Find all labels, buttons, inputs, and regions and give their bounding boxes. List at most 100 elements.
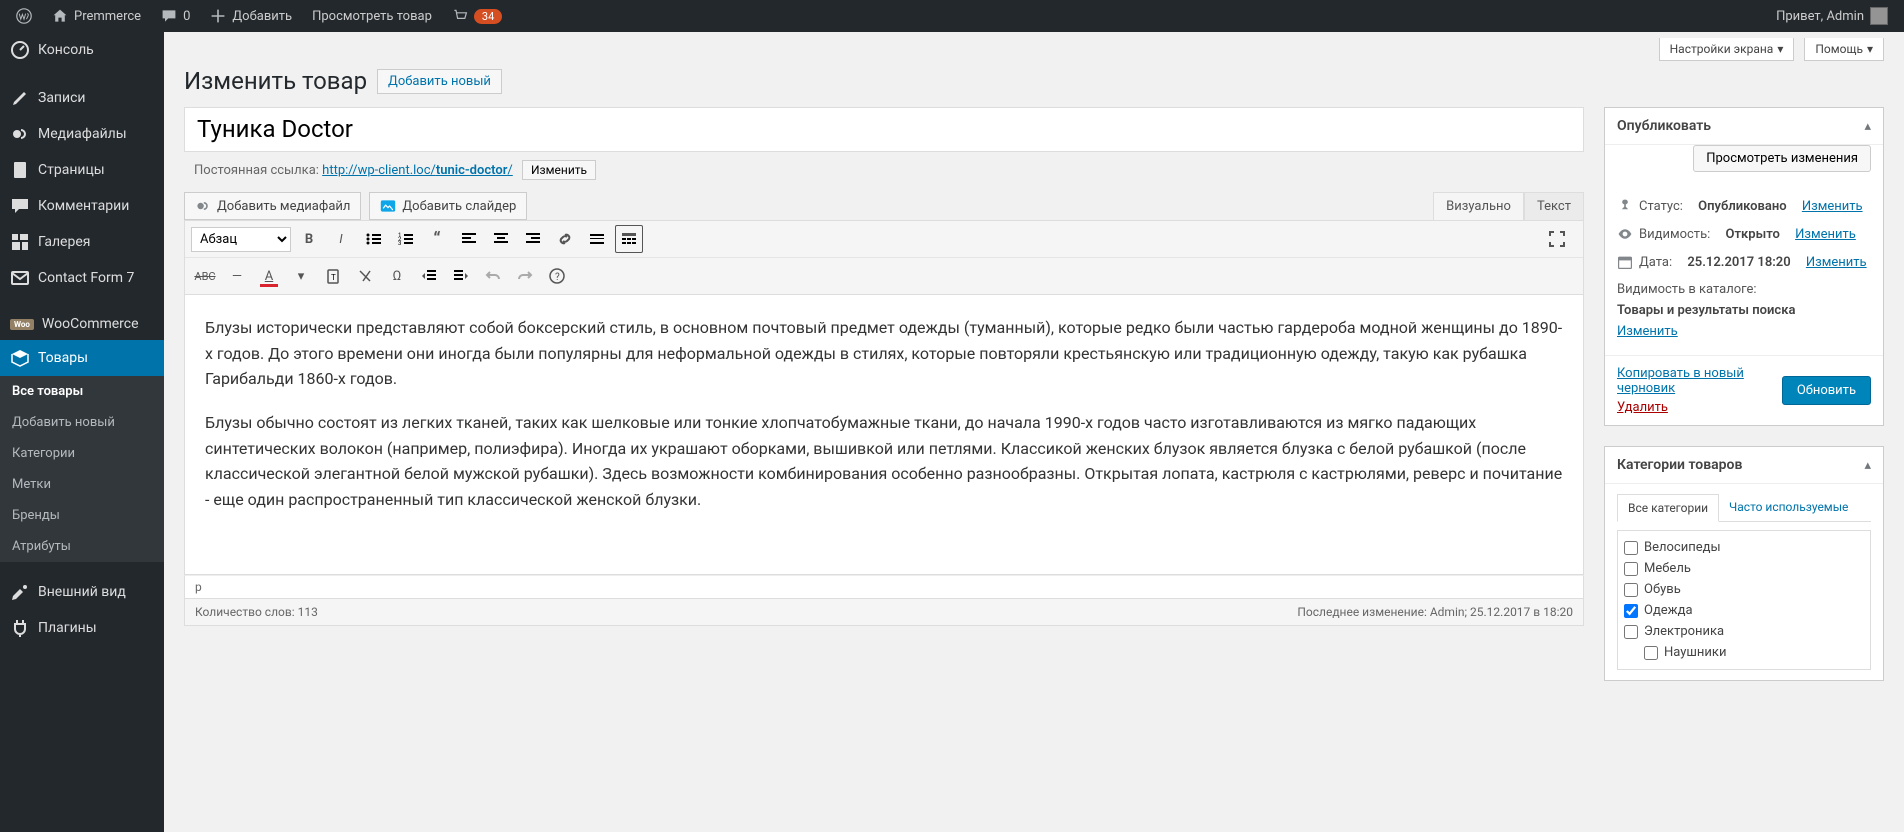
- submenu-categories[interactable]: Категории: [0, 438, 164, 469]
- trash-link[interactable]: Удалить: [1617, 400, 1668, 415]
- menu-woocommerce[interactable]: WooWooCommerce: [0, 308, 164, 340]
- category-item[interactable]: Мебель: [1624, 558, 1864, 579]
- text-tab[interactable]: Текст: [1524, 192, 1584, 220]
- visual-tab[interactable]: Визуально: [1433, 192, 1524, 220]
- category-checkbox[interactable]: [1624, 604, 1638, 618]
- preview-changes-button[interactable]: Просмотреть изменения: [1693, 145, 1871, 172]
- edit-date-link[interactable]: Изменить: [1806, 255, 1867, 270]
- format-select[interactable]: Абзац: [191, 227, 291, 252]
- text-color-button[interactable]: A: [255, 262, 283, 290]
- svg-text:3: 3: [398, 240, 401, 247]
- bold-button[interactable]: B: [295, 225, 323, 253]
- category-item[interactable]: Наушники: [1624, 642, 1864, 663]
- avatar: [1870, 7, 1888, 25]
- category-label: Велосипеды: [1644, 540, 1721, 555]
- menu-pages[interactable]: Страницы: [0, 152, 164, 188]
- ul-button[interactable]: [359, 225, 387, 253]
- add-new-link[interactable]: Добавить: [202, 0, 300, 32]
- redo-button[interactable]: [511, 262, 539, 290]
- edit-slug-button[interactable]: Изменить: [522, 160, 596, 180]
- category-checkbox[interactable]: [1624, 562, 1638, 576]
- menu-media[interactable]: Медиафайлы: [0, 116, 164, 152]
- categories-box: Категории товаров ▴ Все категории Часто …: [1604, 446, 1884, 681]
- toggle-categories-box[interactable]: ▴: [1864, 458, 1871, 473]
- undo-button[interactable]: [479, 262, 507, 290]
- editor-content[interactable]: Блузы исторически представляют собой бок…: [184, 295, 1584, 575]
- submenu-brands[interactable]: Бренды: [0, 500, 164, 531]
- copy-draft-link[interactable]: Копировать в новый черновик: [1617, 366, 1744, 396]
- svg-text:?: ?: [555, 272, 560, 283]
- submenu-attributes[interactable]: Атрибуты: [0, 531, 164, 562]
- edit-catalog-visibility-link[interactable]: Изменить: [1617, 324, 1678, 339]
- category-checkbox[interactable]: [1644, 646, 1658, 660]
- category-list: Велосипеды МебельОбувь Одежда Электроника На…: [1617, 530, 1871, 670]
- view-product-link[interactable]: Просмотреть товар: [304, 0, 440, 32]
- menu-gallery[interactable]: Галерея: [0, 224, 164, 260]
- ol-button[interactable]: 123: [391, 225, 419, 253]
- special-char-button[interactable]: Ω: [383, 262, 411, 290]
- category-item[interactable]: Обувь: [1624, 579, 1864, 600]
- quote-button[interactable]: “: [423, 225, 451, 253]
- pin-icon: [1617, 198, 1633, 214]
- wp-logo[interactable]: [8, 0, 40, 32]
- product-title-input[interactable]: [184, 107, 1584, 152]
- menu-dashboard[interactable]: Консоль: [0, 32, 164, 68]
- fullscreen-button[interactable]: [1543, 225, 1571, 253]
- category-label: Наушники: [1664, 645, 1726, 660]
- toolbar-toggle-button[interactable]: [615, 225, 643, 253]
- category-checkbox[interactable]: [1624, 583, 1638, 597]
- menu-plugins[interactable]: Плагины: [0, 610, 164, 646]
- add-new-button[interactable]: Добавить новый: [377, 69, 502, 94]
- category-item[interactable]: Электроника: [1624, 621, 1864, 642]
- comments-link[interactable]: 0: [153, 0, 198, 32]
- menu-products[interactable]: Товары: [0, 340, 164, 376]
- outdent-button[interactable]: [415, 262, 443, 290]
- align-center-button[interactable]: [487, 225, 515, 253]
- menu-comments[interactable]: Комментарии: [0, 188, 164, 224]
- categories-header: Категории товаров: [1617, 457, 1742, 473]
- paste-text-button[interactable]: T: [319, 262, 347, 290]
- clear-format-button[interactable]: [351, 262, 379, 290]
- color-picker-button[interactable]: ▾: [287, 262, 315, 290]
- italic-button[interactable]: I: [327, 225, 355, 253]
- category-checkbox[interactable]: [1624, 625, 1638, 639]
- screen-options-toggle[interactable]: Настройки экрана ▾: [1659, 38, 1795, 61]
- category-label: Одежда: [1644, 603, 1693, 618]
- submenu-all-products[interactable]: Все товары: [0, 376, 164, 407]
- site-name[interactable]: Premmerce: [44, 0, 149, 32]
- chevron-down-icon: ▾: [1777, 42, 1783, 56]
- editor-toolbar: Абзац B I 123 “: [184, 220, 1584, 295]
- cat-tab-all[interactable]: Все категории: [1617, 494, 1719, 522]
- menu-cf7[interactable]: Contact Form 7: [0, 260, 164, 296]
- menu-posts[interactable]: Записи: [0, 80, 164, 116]
- category-item[interactable]: Одежда: [1624, 600, 1864, 621]
- add-media-button[interactable]: Добавить медиафайл: [184, 192, 361, 220]
- update-button[interactable]: Обновить: [1782, 376, 1871, 405]
- link-button[interactable]: [551, 225, 579, 253]
- align-right-button[interactable]: [519, 225, 547, 253]
- greeting[interactable]: Привет, Admin: [1768, 0, 1896, 32]
- more-button[interactable]: [583, 225, 611, 253]
- category-checkbox[interactable]: [1624, 541, 1638, 555]
- cart-notif[interactable]: 34: [444, 0, 510, 32]
- category-item[interactable]: Велосипеды: [1624, 537, 1864, 558]
- submenu-tags[interactable]: Метки: [0, 469, 164, 500]
- add-slider-button[interactable]: Добавить слайдер: [369, 192, 527, 220]
- toggle-publish-box[interactable]: ▴: [1864, 119, 1871, 134]
- help-toggle[interactable]: Помощь ▾: [1804, 38, 1884, 61]
- permalink-link[interactable]: http://wp-client.loc/tunic-doctor/: [322, 163, 513, 178]
- permalink-row: Постоянная ссылка: http://wp-client.loc/…: [184, 152, 1584, 192]
- indent-button[interactable]: [447, 262, 475, 290]
- category-label: Электроника: [1644, 624, 1724, 639]
- submenu-add-new[interactable]: Добавить новый: [0, 407, 164, 438]
- align-left-button[interactable]: [455, 225, 483, 253]
- help-button[interactable]: ?: [543, 262, 571, 290]
- edit-status-link[interactable]: Изменить: [1802, 199, 1863, 214]
- strike-button[interactable]: ABC: [191, 262, 219, 290]
- cat-tab-used[interactable]: Часто используемые: [1719, 494, 1858, 521]
- hr-button[interactable]: —: [223, 262, 251, 290]
- publish-header: Опубликовать: [1617, 118, 1711, 134]
- menu-appearance[interactable]: Внешний вид: [0, 574, 164, 610]
- calendar-icon: [1617, 254, 1633, 270]
- edit-visibility-link[interactable]: Изменить: [1795, 227, 1856, 242]
